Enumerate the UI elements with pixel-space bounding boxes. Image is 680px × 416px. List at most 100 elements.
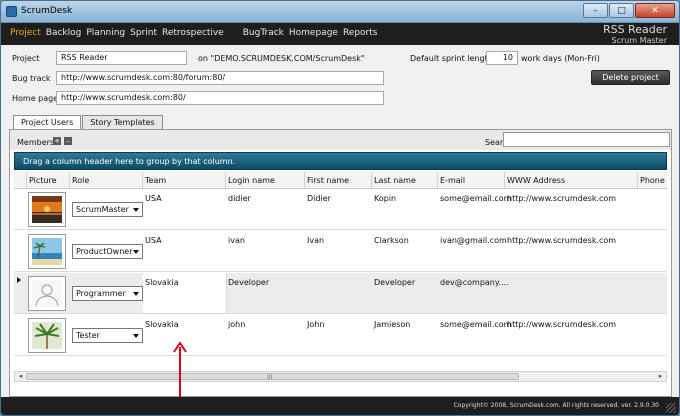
- user-picture[interactable]: [28, 318, 66, 353]
- column-header-role[interactable]: Role: [72, 176, 89, 185]
- role-value: ProductOwner: [76, 247, 133, 256]
- menu-item-planning[interactable]: Planning: [86, 28, 125, 38]
- brand-project-name: RSS Reader: [602, 23, 667, 36]
- project-name-input[interactable]: RSS Reader: [56, 51, 187, 65]
- cell-login: ivan: [228, 236, 245, 245]
- cell-login: Developer: [228, 278, 270, 287]
- main-menu: Project Backlog Planning Sprint Retrospe…: [10, 28, 377, 38]
- column-header-picture[interactable]: Picture: [29, 176, 57, 185]
- annotation-arrow-icon: [173, 341, 187, 399]
- menu-bar: Project Backlog Planning Sprint Retrospe…: [1, 23, 679, 45]
- column-header-phone[interactable]: Phone: [640, 176, 665, 185]
- column-separator: [304, 172, 305, 189]
- group-by-bar[interactable]: Drag a column header here to group by th…: [14, 152, 667, 170]
- minimize-button[interactable]: –: [583, 3, 608, 18]
- user-picture[interactable]: [28, 234, 66, 269]
- menu-item-backlog[interactable]: Backlog: [46, 28, 82, 38]
- column-header-email[interactable]: E-mail: [440, 176, 465, 185]
- cell-email: some@email.com: [440, 320, 512, 329]
- cell-login: john: [228, 320, 246, 329]
- cell-email: ivan@gmail.com: [440, 236, 507, 245]
- resize-grip-icon[interactable]: [666, 403, 676, 413]
- brand-user-role: Scrum Master: [611, 36, 668, 45]
- cell-last-name: Clarkson: [374, 236, 409, 245]
- column-separator: [225, 172, 226, 189]
- scroll-right-icon[interactable]: ▸: [656, 373, 665, 380]
- column-separator: [437, 172, 438, 189]
- user-picture[interactable]: [28, 276, 66, 311]
- grid-header: Picture Role Team Login name First name …: [14, 172, 667, 189]
- menu-item-project[interactable]: Project: [10, 28, 41, 38]
- homepage-url-input[interactable]: http://www.scrumdesk.com:80/: [56, 91, 384, 105]
- menu-item-retrospective[interactable]: Retrospective: [162, 28, 224, 38]
- status-bar: Copyright© 2008, ScrumDesk.com. All righ…: [1, 397, 679, 415]
- table-row[interactable]: ScrumMaster USA didier Didier Kopin some…: [14, 189, 667, 230]
- members-label: Members: [17, 138, 55, 147]
- user-picture[interactable]: [28, 192, 66, 227]
- column-header-last-name[interactable]: Last name: [374, 176, 416, 185]
- table-row[interactable]: Tester Slovakia john John Jamieson some@…: [14, 315, 667, 356]
- members-panel: Members + – Search for Drag a column hea…: [9, 129, 672, 397]
- column-header-first-name[interactable]: First name: [307, 176, 349, 185]
- cell-first-name: Didier: [307, 194, 331, 203]
- window-controls: – □ ✕: [583, 3, 675, 18]
- chevron-down-icon: [133, 208, 139, 212]
- chevron-down-icon: [133, 292, 139, 296]
- cell-team: USA: [145, 194, 162, 203]
- menu-item-homepage[interactable]: Homepage: [289, 28, 338, 38]
- cell-www: http://www.scrumdesk.com: [507, 194, 617, 203]
- column-separator: [504, 172, 505, 189]
- scrollbar-thumb[interactable]: III: [26, 373, 519, 381]
- column-separator: [69, 172, 70, 189]
- menu-item-reports[interactable]: Reports: [343, 28, 378, 38]
- cell-first-name: John: [307, 320, 325, 329]
- scrollbar-grip-icon: III: [267, 374, 273, 381]
- bugtrack-url-input[interactable]: http://www.scrumdesk.com:80/forum:80/: [56, 71, 384, 85]
- table-row[interactable]: ProductOwner USA ivan Ivan Clarkson ivan…: [14, 231, 667, 272]
- chevron-down-icon: [133, 334, 139, 338]
- sunset-photo-icon: [32, 196, 62, 223]
- close-button[interactable]: ✕: [635, 3, 675, 18]
- project-brand: RSS Reader Scrum Master: [603, 23, 667, 45]
- column-header-login[interactable]: Login name: [228, 176, 275, 185]
- server-text: on "DEMO.SCRUMDESK.COM/ScrumDesk": [198, 54, 365, 63]
- column-header-team[interactable]: Team: [145, 176, 166, 185]
- role-dropdown[interactable]: Tester: [72, 328, 143, 343]
- project-label: Project: [12, 54, 40, 63]
- role-value: ScrumMaster: [76, 205, 129, 214]
- add-member-button[interactable]: +: [53, 137, 61, 145]
- members-toolbar: Members + – Search for: [10, 130, 671, 150]
- horizontal-scrollbar[interactable]: ◂ III ▸: [14, 371, 667, 382]
- cell-last-name: Jamieson: [374, 320, 411, 329]
- role-dropdown[interactable]: ProductOwner: [72, 244, 143, 259]
- column-separator: [26, 172, 27, 189]
- cell-team: Slovakia: [145, 278, 179, 287]
- delete-project-button[interactable]: Delete project: [591, 70, 670, 85]
- cell-team: Slovakia: [145, 320, 179, 329]
- menu-spacer: [229, 28, 238, 38]
- app-icon: [6, 6, 17, 17]
- person-silhouette-icon: [32, 280, 62, 307]
- cell-email: some@email.com: [440, 194, 512, 203]
- palm-photo-icon: [32, 322, 62, 349]
- users-grid: Picture Role Team Login name First name …: [14, 172, 667, 370]
- cell-last-name: Developer: [374, 278, 416, 287]
- role-dropdown[interactable]: ScrumMaster: [72, 202, 143, 217]
- cell-last-name: Kopin: [374, 194, 397, 203]
- role-dropdown[interactable]: Programmer: [72, 286, 143, 301]
- menu-item-bugtrack[interactable]: BugTrack: [243, 28, 284, 38]
- tab-story-templates[interactable]: Story Templates: [82, 115, 163, 129]
- tab-project-users[interactable]: Project Users: [13, 115, 82, 129]
- project-tabs: Project Users Story Templates: [13, 115, 164, 129]
- maximize-button[interactable]: □: [609, 3, 634, 18]
- sprint-length-input[interactable]: 10: [486, 51, 518, 65]
- member-search-input[interactable]: [503, 132, 670, 147]
- title-bar[interactable]: ScrumDesk – □ ✕: [1, 1, 679, 23]
- app-window: ScrumDesk – □ ✕ Project Backlog Planning…: [0, 0, 680, 416]
- scroll-left-icon[interactable]: ◂: [16, 373, 25, 380]
- menu-item-sprint[interactable]: Sprint: [130, 28, 157, 38]
- remove-member-button[interactable]: –: [64, 137, 72, 145]
- copyright-text: Copyright© 2008, ScrumDesk.com. All righ…: [453, 402, 659, 409]
- column-header-www[interactable]: WWW Address: [507, 176, 565, 185]
- table-row-selected[interactable]: Programmer Slovakia Developer Developer …: [14, 273, 667, 314]
